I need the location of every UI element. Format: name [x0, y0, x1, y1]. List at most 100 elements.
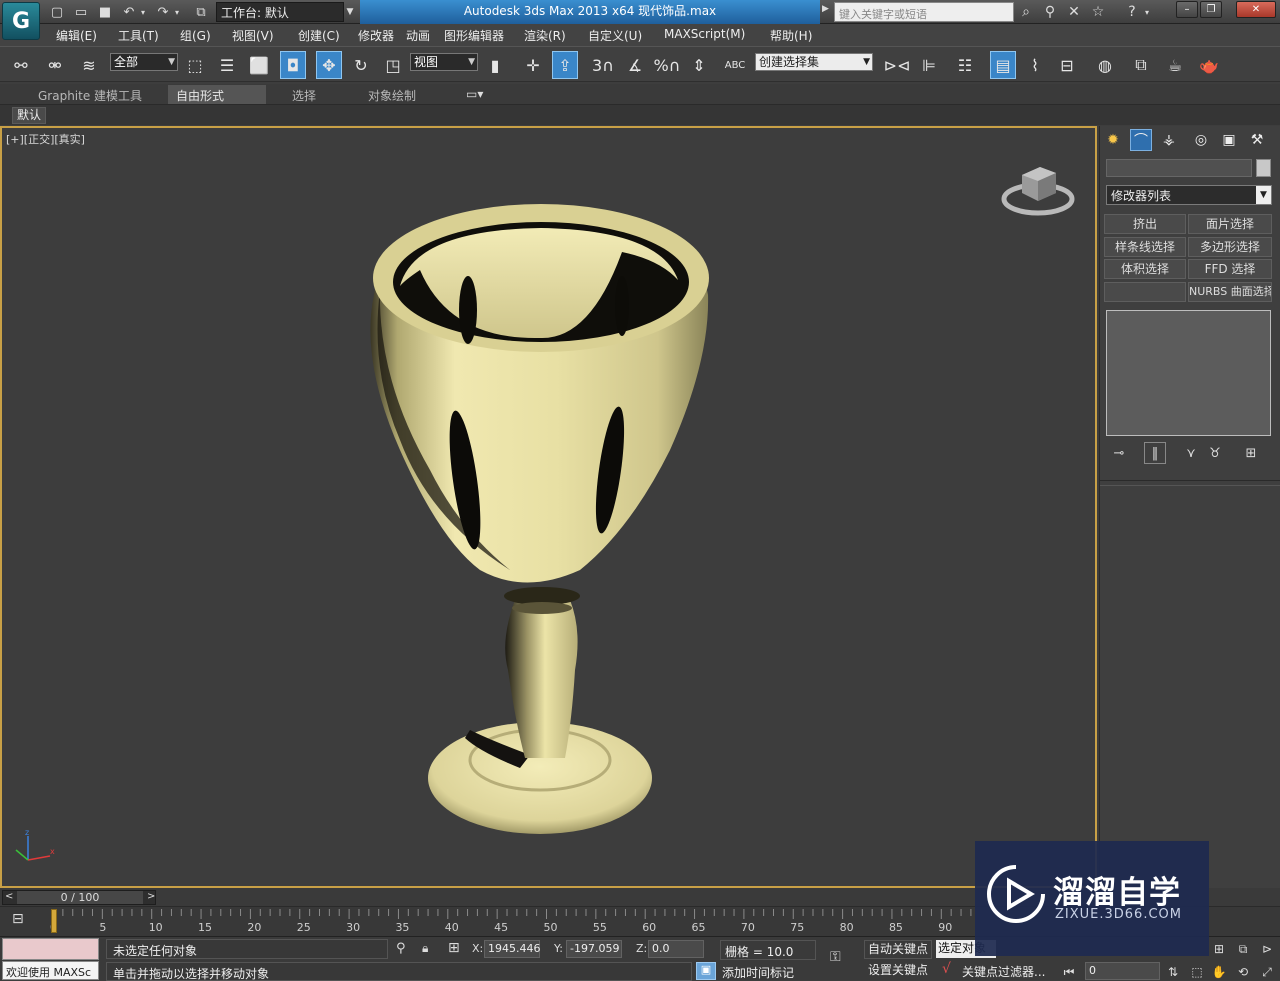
restore-button[interactable]: ❐ [1200, 1, 1222, 18]
volume-select-button[interactable]: 体积选择 [1104, 259, 1186, 279]
add-time-tag-label[interactable]: 添加时间标记 [722, 964, 794, 981]
keyboard-shortcut-override-icon[interactable]: ⇪ [552, 51, 578, 79]
configure-modifier-sets-icon[interactable]: ⊞ [1240, 442, 1262, 464]
menu-customize[interactable]: 自定义(U) [588, 27, 642, 44]
undo-icon[interactable]: ↶ [120, 3, 138, 21]
redo-icon[interactable]: ↷ [154, 3, 172, 21]
y-coord-field[interactable]: -197.059 [566, 940, 622, 958]
hierarchy-tab-icon[interactable]: ⚶ [1158, 129, 1180, 151]
render-production-icon[interactable]: 🫖 [1196, 51, 1222, 79]
angle-snap-icon[interactable]: ∡ [622, 51, 648, 79]
open-file-icon[interactable]: ▭ [72, 3, 90, 21]
project-folder-icon[interactable]: ⧉ [192, 3, 210, 21]
current-frame-field[interactable]: 0 [1085, 962, 1160, 980]
ribbon-default-label[interactable]: 默认 [12, 107, 47, 124]
window-crossing-icon[interactable]: ◘ [280, 51, 306, 79]
snaps-toggle-icon[interactable]: 3 ∩ [590, 51, 616, 79]
zoom-extents-all-icon[interactable]: ⊞ [1210, 940, 1228, 958]
reference-coord-select[interactable]: 视图 ▼ [410, 53, 478, 71]
menu-help[interactable]: 帮助(H) [770, 27, 812, 44]
remove-modifier-icon[interactable]: ♉ [1204, 442, 1226, 464]
modify-tab-icon[interactable]: ⌒ [1130, 129, 1152, 151]
binoculars-icon[interactable]: ⌕ [1016, 2, 1036, 22]
set-key-button[interactable]: 设置关键点 [864, 963, 932, 980]
absolute-mode-icon[interactable]: ⊞ [448, 940, 460, 956]
menu-maxscript[interactable]: MAXScript(M) [664, 27, 745, 41]
create-tab-icon[interactable]: ✹ [1102, 129, 1124, 151]
key-icon[interactable]: ⚿ [830, 949, 841, 965]
time-slider[interactable]: < 0 / 100 > [2, 890, 156, 905]
workspace-dropdown-icon[interactable]: ▼ [344, 3, 356, 21]
spinner-snap-icon[interactable]: ⇕ [686, 51, 712, 79]
link-icon[interactable]: ⚯ [8, 51, 34, 79]
title-expand-icon[interactable]: ▶ [822, 4, 829, 14]
selection-lock-icon[interactable]: 🔒︎ [422, 941, 428, 956]
named-selection-set-select[interactable]: 创建选择集 ▼ [755, 53, 873, 71]
select-rotate-icon[interactable]: ↻ [348, 51, 374, 79]
select-by-name-icon[interactable]: ☰ [214, 51, 240, 79]
align-icon[interactable]: ⊫ [916, 51, 942, 79]
percent-snap-icon[interactable]: % ∩ [654, 51, 681, 79]
patch-select-button[interactable]: 面片选择 [1188, 214, 1272, 234]
maximize-viewport-icon[interactable]: ⤢ [1258, 963, 1276, 981]
orbit-icon[interactable]: ⟲ [1234, 963, 1252, 981]
render-setup-icon[interactable]: ⧉ [1128, 51, 1154, 79]
select-move-icon[interactable]: ✥ [316, 51, 342, 79]
schematic-view-icon[interactable]: ⊟ [1054, 51, 1080, 79]
ribbon-options-icon[interactable]: ▭▾ [458, 85, 491, 104]
menu-graph-editors[interactable]: 图形编辑器 [444, 27, 504, 44]
layer-manager-icon[interactable]: ☷ [952, 51, 978, 79]
empty-modifier-button[interactable] [1104, 282, 1186, 302]
tab-selection[interactable]: 选择 [284, 85, 324, 104]
prev-frame-icon[interactable]: < [5, 891, 13, 902]
time-playhead[interactable] [51, 909, 57, 933]
add-time-tag-icon[interactable]: ▣ [696, 962, 716, 980]
undo-dropdown-icon[interactable]: ▾ [138, 3, 148, 21]
goblet-model[interactable] [360, 200, 730, 850]
workspace-select[interactable]: 工作台: 默认 [216, 2, 344, 22]
menu-tools[interactable]: 工具(T) [118, 27, 159, 44]
extrude-button[interactable]: 挤出 [1104, 214, 1186, 234]
help-icon[interactable]: ? [1122, 2, 1142, 22]
object-name-field[interactable] [1106, 159, 1252, 177]
nurbs-surface-select-button[interactable]: NURBS 曲面选择 [1188, 282, 1272, 302]
save-icon[interactable]: ■ [96, 3, 114, 21]
bind-spacewarp-icon[interactable]: ≋ [76, 51, 102, 79]
motion-tab-icon[interactable]: ◎ [1190, 129, 1212, 151]
display-tab-icon[interactable]: ▣ [1218, 129, 1240, 151]
edit-named-selection-icon[interactable]: ABC [722, 51, 748, 79]
maxscript-welcome-field[interactable]: 欢迎使用 MAXSc [2, 961, 99, 980]
utilities-tab-icon[interactable]: ⚒ [1246, 129, 1268, 151]
menu-animation[interactable]: 动画 [406, 27, 430, 44]
poly-select-button[interactable]: 多边形选择 [1188, 237, 1272, 257]
time-config-icon[interactable]: ⇅ [1164, 963, 1182, 981]
modifier-stack[interactable] [1106, 310, 1271, 436]
selection-filter-select[interactable]: 全部 ▼ [110, 53, 178, 71]
viewport-label[interactable]: [+][正交][真实] [6, 131, 85, 147]
auto-key-button[interactable]: 自动关键点 [864, 940, 932, 959]
unlink-icon[interactable]: ⚮ [42, 51, 68, 79]
curve-editor-mini-icon[interactable]: ⊟ [12, 911, 24, 927]
help-dropdown-icon[interactable]: ▾ [1142, 2, 1152, 22]
ffd-select-button[interactable]: FFD 选择 [1188, 259, 1272, 279]
help-search-input[interactable]: 键入关键字或短语 [834, 2, 1014, 22]
menu-views[interactable]: 视图(V) [232, 27, 274, 44]
app-logo-button[interactable]: G [2, 2, 40, 40]
modifier-list-dropdown-icon[interactable]: ▼ [1256, 186, 1271, 204]
viewcube-icon[interactable] [1000, 155, 1076, 219]
zoom-region-icon[interactable]: ⬚ [1188, 963, 1206, 981]
next-frame-icon[interactable]: > [147, 891, 155, 902]
menu-group[interactable]: 组(G) [180, 27, 211, 44]
rect-selection-region-icon[interactable]: ⬜ [246, 51, 272, 79]
favorites-star-icon[interactable]: ☆ [1088, 2, 1108, 22]
close-button[interactable]: ✕ [1236, 1, 1276, 18]
menu-rendering[interactable]: 渲染(R) [524, 27, 566, 44]
track-bar-ruler[interactable]: 051015202530354045505560657075808590 [40, 907, 975, 937]
new-file-icon[interactable]: ▢ [48, 3, 66, 21]
menu-create[interactable]: 创建(C) [298, 27, 340, 44]
maxscript-listener-field[interactable] [2, 938, 99, 960]
object-color-swatch[interactable] [1256, 159, 1271, 177]
rendered-frame-icon[interactable]: ☕ [1162, 51, 1188, 79]
tab-object-paint[interactable]: 对象绘制 [360, 85, 424, 104]
make-unique-icon[interactable]: ⋎ [1180, 442, 1202, 464]
